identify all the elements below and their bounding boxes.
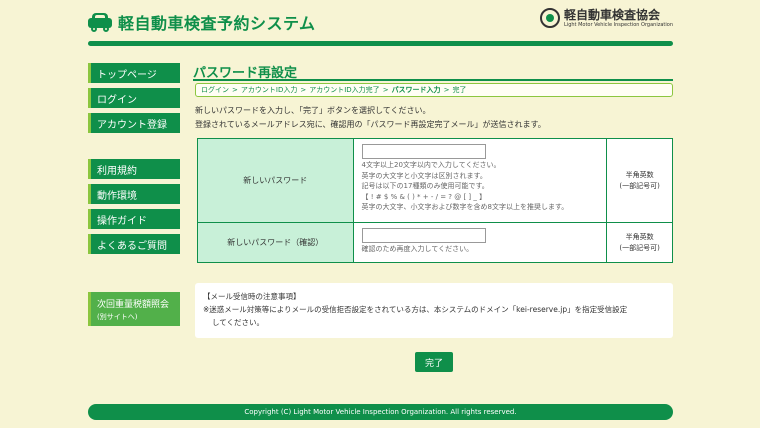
confirm-password-cell: 確認のため再度入力してください。 <box>352 222 608 263</box>
breadcrumb: ログイン > アカウントID入力 > アカウントID入力完了 > パスワード入力… <box>195 83 673 97</box>
org-name: 軽自動車検査協会 <box>564 7 661 22</box>
note-line: (一部記号可) <box>619 243 660 252</box>
new-password-hints: 4文字以上20文字以内で入力してください。 英字の大文字と小文字は区別されます。… <box>362 160 599 213</box>
org-logo: 軽自動車検査協会 Light Motor Vehicle Inspection … <box>540 8 673 28</box>
note-line: 半角英数 <box>625 170 654 179</box>
notice-title: 【メール受信時の注意事項】 <box>203 292 301 301</box>
notice-line-1: ※迷惑メール対策等によりメールの受信拒否設定をされている方は、本システムのドメイ… <box>203 305 628 314</box>
new-password-input[interactable] <box>361 144 486 159</box>
breadcrumb-password-input: パスワード入力 <box>391 86 441 94</box>
sidebar-item-terms[interactable]: 利用規約 <box>88 159 180 179</box>
hint-line: 英字の大文字と小文字は区別されます。 <box>361 171 487 180</box>
confirm-password-label: 新しいパスワード（確認） <box>197 222 354 263</box>
sidebar-item-account-register[interactable]: アカウント登録 <box>88 113 180 133</box>
header-divider <box>88 41 673 46</box>
sidebar-item-weight-tax[interactable]: 次回重量税額照会 (別サイトへ) <box>88 292 180 326</box>
breadcrumb-sep: > <box>300 86 307 94</box>
hint-line: 英字の大文字、小文字および数字を含め8文字以上を推奨します。 <box>361 203 569 211</box>
org-mark-icon <box>540 8 561 28</box>
header: 軽自動車検査予約システム 軽自動車検査協会 Light Motor Vehicl… <box>88 8 673 38</box>
confirm-password-hint: 確認のため再度入力してください。 <box>361 245 474 253</box>
weight-tax-sub: (別サイトへ) <box>97 312 138 321</box>
hint-line: 記号は以下の17種類のみ使用可能です。 <box>361 182 489 190</box>
note-line: (一部記号可) <box>619 181 660 190</box>
intro-line-2: 登録されているメールアドレス宛に、確認用の「パスワード再設定完了メール」が送信さ… <box>195 120 546 129</box>
password-form-table: 新しいパスワード 4文字以上20文字以内で入力してください。 英字の大文字と小文… <box>197 138 673 263</box>
hint-line: 【 ! # $ % & ( ) * + - / = ? @ [ ] _ 】 <box>361 192 487 201</box>
site-title: 軽自動車検査予約システム <box>118 14 316 33</box>
new-password-note: 半角英数 (一部記号可) <box>606 138 673 223</box>
confirm-password-input[interactable] <box>361 228 486 243</box>
sidebar-item-faq[interactable]: よくあるご質問 <box>88 234 180 254</box>
sidebar-item-guide[interactable]: 操作ガイド <box>88 209 180 229</box>
sidebar-item-top-page[interactable]: トップページ <box>88 63 180 83</box>
weight-tax-label: 次回重量税額照会 <box>97 299 170 310</box>
breadcrumb-login: ログイン <box>201 86 229 94</box>
confirm-password-note: 半角英数 (一部記号可) <box>606 222 673 263</box>
copyright: Copyright (C) Light Motor Vehicle Inspec… <box>244 408 517 416</box>
sidebar-item-login[interactable]: ログイン <box>88 88 180 108</box>
breadcrumb-complete: 完了 <box>452 86 467 94</box>
site-logo[interactable]: 軽自動車検査予約システム <box>88 10 316 34</box>
breadcrumb-account-id-done: アカウントID入力完了 <box>309 86 380 94</box>
hint-line: 4文字以上20文字以内で入力してください。 <box>361 161 501 169</box>
new-password-cell: 4文字以上20文字以内で入力してください。 英字の大文字と小文字は区別されます。… <box>352 138 608 223</box>
breadcrumb-sep: > <box>232 86 238 94</box>
intro-line-1: 新しいパスワードを入力し、「完了」ボタンを選択してください。 <box>195 106 431 115</box>
breadcrumb-sep: > <box>443 86 450 94</box>
notice-line-2: してください。 <box>212 318 265 327</box>
intro-text: 新しいパスワードを入力し、「完了」ボタンを選択してください。 登録されているメー… <box>195 104 546 132</box>
sidebar-item-environment[interactable]: 動作環境 <box>88 184 180 204</box>
complete-button[interactable]: 完了 <box>415 352 453 372</box>
car-icon <box>88 13 112 32</box>
title-underline <box>193 79 673 81</box>
footer: Copyright (C) Light Motor Vehicle Inspec… <box>88 404 673 420</box>
note-line: 半角英数 <box>625 232 654 241</box>
breadcrumb-sep: > <box>382 86 389 94</box>
new-password-label: 新しいパスワード <box>197 138 354 223</box>
org-name-en: Light Motor Vehicle Inspection Organizat… <box>564 21 673 28</box>
breadcrumb-account-id: アカウントID入力 <box>240 86 298 94</box>
mail-notice: 【メール受信時の注意事項】 ※迷惑メール対策等によりメールの受信拒否設定をされて… <box>195 283 673 338</box>
